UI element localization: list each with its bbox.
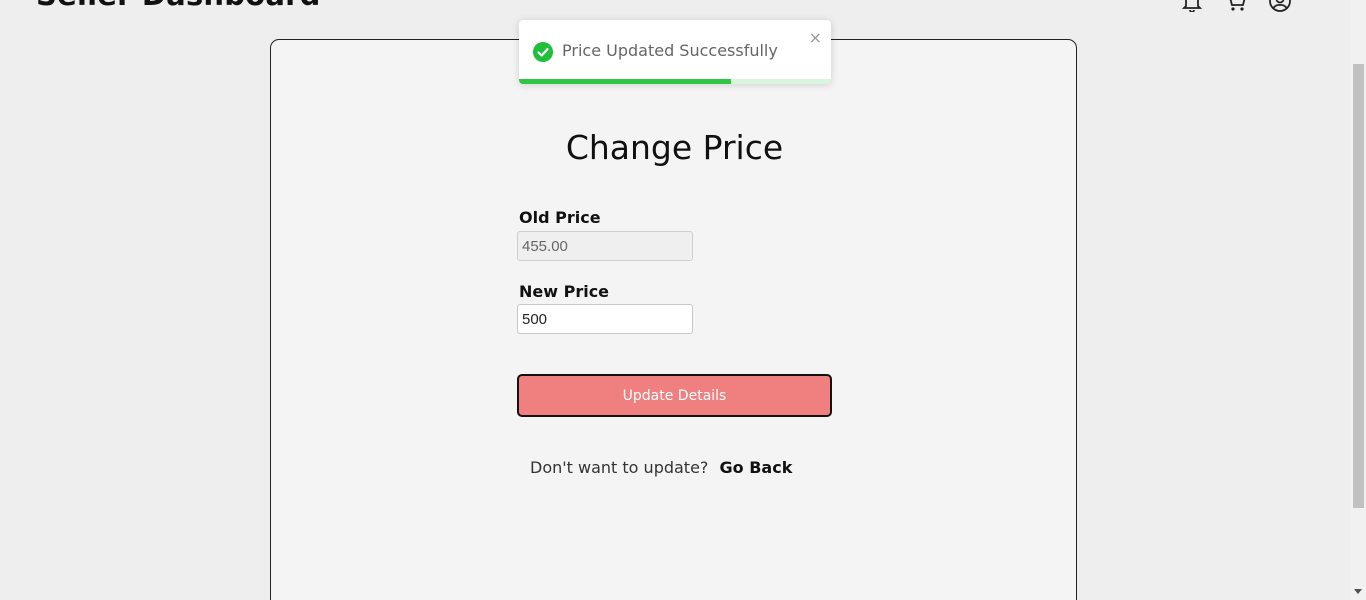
update-details-button[interactable]: Update Details — [517, 374, 832, 417]
header-icons — [1180, 0, 1292, 12]
back-prompt: Don't want to update? — [530, 458, 709, 477]
new-price-field[interactable] — [517, 304, 693, 334]
page-title: Seller Dashboard — [36, 0, 321, 12]
check-circle-icon — [533, 42, 553, 62]
change-price-card: Change Price Old Price New Price Update … — [270, 39, 1077, 600]
scroll-down-arrow-icon[interactable] — [1354, 589, 1362, 594]
cart-icon[interactable] — [1224, 0, 1248, 12]
toast-message: Price Updated Successfully — [562, 41, 778, 60]
toast-progress-bar — [519, 79, 732, 84]
close-icon[interactable]: × — [809, 30, 822, 46]
go-back-link[interactable]: Go Back — [720, 458, 793, 477]
old-price-label: Old Price — [519, 208, 601, 227]
page: Seller Dashboard Change Price Old Pr — [0, 0, 1366, 600]
back-row: Don't want to update? Go Back — [530, 458, 792, 477]
bell-icon[interactable] — [1180, 0, 1204, 12]
new-price-label: New Price — [519, 282, 610, 301]
vertical-scrollbar[interactable] — [1351, 0, 1366, 600]
scrollbar-thumb[interactable] — [1353, 64, 1364, 508]
old-price-field — [517, 231, 693, 261]
success-toast: Price Updated Successfully × — [519, 20, 831, 84]
toast-progress-track — [519, 79, 831, 84]
user-account-icon[interactable] — [1268, 0, 1292, 12]
form-title: Change Price — [565, 128, 784, 167]
